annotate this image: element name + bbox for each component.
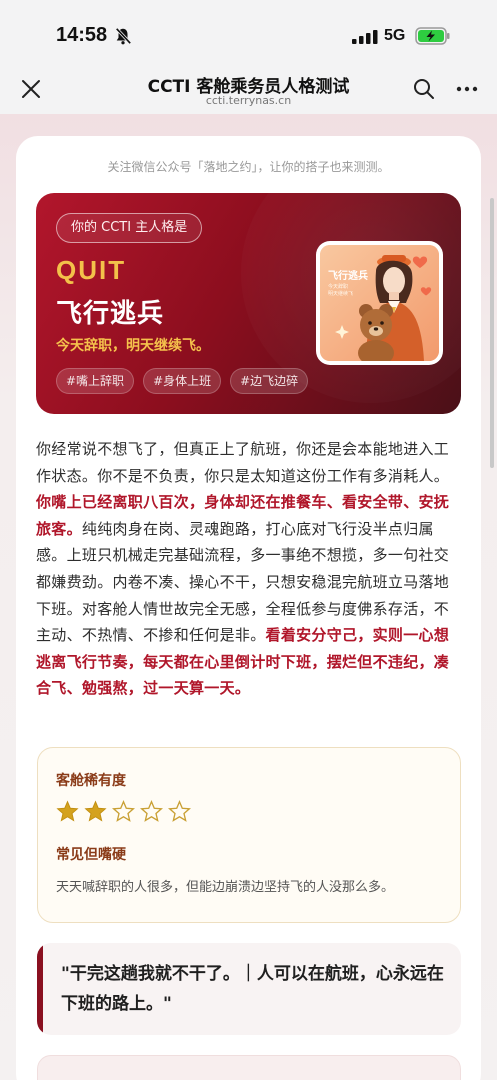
rarity-stars	[56, 800, 191, 823]
quote-text: "干完这趟我就不干了。｜人可以在航班，心永远在下班的路上。"	[61, 964, 444, 1014]
portrait-image: 飞行逃兵 今天辞职 明天继续飞	[320, 245, 439, 361]
battery-charging-icon	[415, 27, 450, 45]
tag: #边飞边碎	[230, 368, 309, 394]
star-empty-icon	[168, 800, 191, 822]
personality-hero: 你的 CCTI 主人格是 QUIT 飞行逃兵 今天辞职，明天继续飞。 #嘴上辞职…	[36, 193, 461, 414]
type-chip: 你的 CCTI 主人格是	[56, 213, 203, 243]
portrait-frame: 飞行逃兵 今天辞职 明天继续飞	[316, 241, 443, 365]
star-filled-icon	[84, 800, 107, 822]
portrait-subtitle: 今天辞职	[328, 284, 349, 290]
flight-attendant-illustration	[320, 245, 439, 361]
tag: #身体上班	[143, 368, 222, 394]
next-section-panel	[37, 1055, 461, 1080]
star-empty-icon	[112, 800, 135, 822]
signal-icon	[352, 30, 378, 44]
portrait-subtitle: 明天继续飞	[328, 291, 354, 297]
rarity-title: 客舱稀有度	[56, 773, 126, 789]
portrait-title: 飞行逃兵	[328, 271, 368, 282]
search-icon[interactable]	[412, 77, 436, 101]
network-label: 5G	[384, 27, 406, 44]
tag-list: #嘴上辞职 #身体上班 #边飞边碎	[56, 368, 309, 394]
status-time: 14:58	[56, 24, 108, 46]
status-bar: 14:58 5G	[0, 0, 497, 64]
tag: #嘴上辞职	[56, 368, 135, 394]
type-code: QUIT	[56, 255, 127, 285]
rarity-description: 天天喊辞职的人很多，但能边崩溃边坚持飞的人没那么多。	[56, 880, 395, 895]
nav-bar: CCTI 客舱乘务员人格测试 ccti.terrynas.cn	[0, 64, 497, 114]
follow-notice: 关注微信公众号「落地之约」，让你的搭子也来测测。	[107, 160, 390, 174]
type-slogan: 今天辞职，明天继续飞。	[56, 338, 210, 354]
quote-panel: "干完这趟我就不干了。｜人可以在航班，心永远在下班的路上。"	[37, 943, 461, 1035]
personality-description: 你经常说不想飞了，但真正上了航班，你还是会本能地进入工作状态。你不是不负责，你只…	[36, 436, 464, 702]
rarity-panel: 客舱稀有度 常见但嘴硬 天天喊辞职的人很多，但能边崩溃边坚持飞的人没那么多。	[37, 747, 461, 923]
bell-slash-icon	[115, 27, 132, 45]
star-filled-icon	[56, 800, 79, 822]
type-name: 飞行逃兵	[56, 299, 165, 329]
more-icon[interactable]	[455, 78, 479, 100]
star-empty-icon	[140, 800, 163, 822]
description-text: 你经常说不想飞了，但真正上了航班，你还是会本能地进入工作状态。你不是不负责，你只…	[36, 440, 450, 485]
quote-accent-bar	[37, 943, 43, 1035]
rarity-level: 常见但嘴硬	[56, 847, 126, 863]
scrollbar[interactable]	[490, 198, 494, 468]
